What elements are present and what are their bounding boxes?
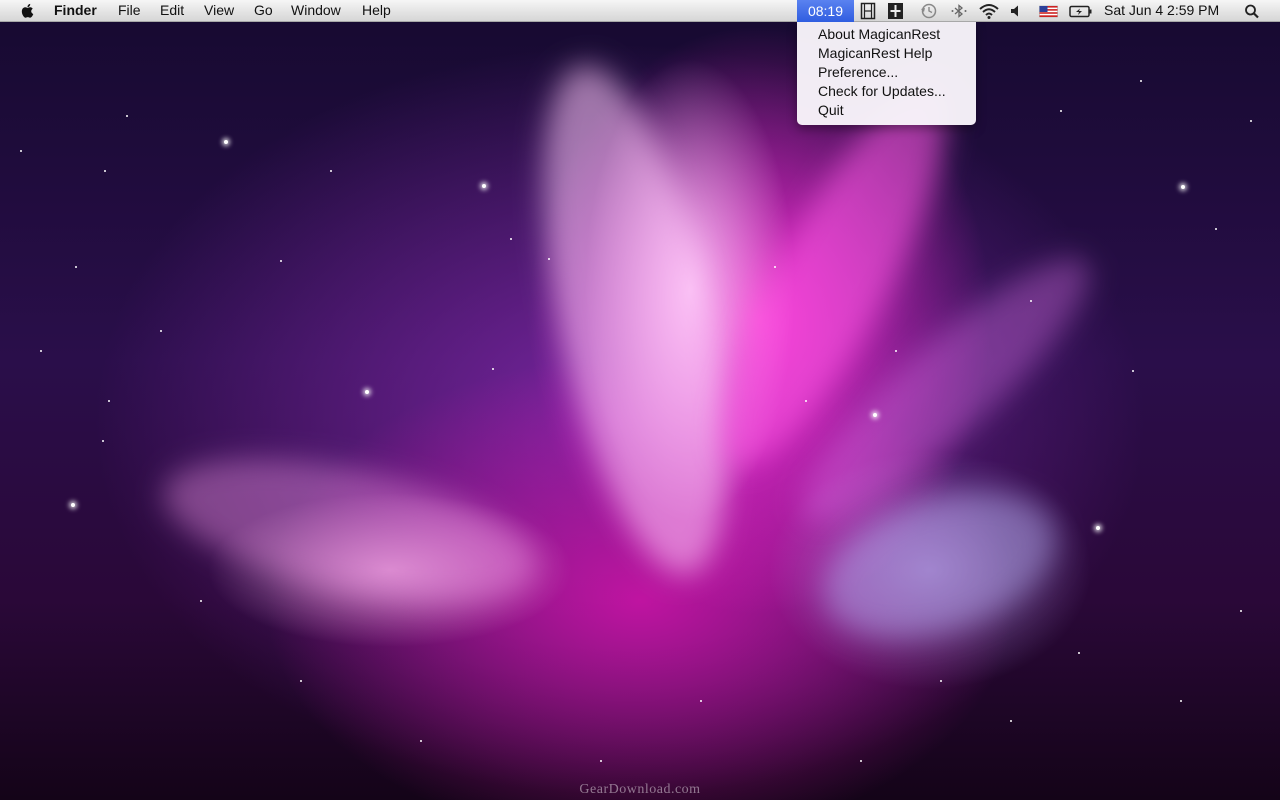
menubar-clock[interactable]: Sat Jun 4 2:59 PM — [1104, 0, 1219, 21]
menu-app-name[interactable]: Finder — [54, 0, 97, 21]
menu-item-quit[interactable]: Quit — [818, 101, 968, 120]
menu-edit[interactable]: Edit — [160, 0, 184, 21]
menu-window[interactable]: Window — [291, 0, 341, 21]
magicanrest-timer[interactable]: 08:19 — [797, 0, 854, 22]
menu-item-help[interactable]: MagicanRest Help — [818, 44, 968, 63]
wifi-icon[interactable] — [978, 2, 1000, 20]
time-machine-icon[interactable] — [920, 2, 938, 20]
menu-go[interactable]: Go — [254, 0, 273, 21]
battery-icon[interactable] — [1069, 2, 1093, 20]
spotlight-search-icon[interactable] — [1244, 2, 1260, 20]
desktop-wallpaper: GearDownload.com — [0, 0, 1280, 800]
menu-view[interactable]: View — [204, 0, 234, 21]
menu-bar: Finder File Edit View Go Window Help 08:… — [0, 0, 1280, 22]
magicanrest-menu: About MagicanRest MagicanRest Help Prefe… — [797, 22, 976, 125]
menulet-icon[interactable] — [887, 2, 904, 20]
menu-item-preference[interactable]: Preference... — [818, 63, 968, 82]
apple-menu[interactable] — [18, 0, 38, 21]
starfield — [0, 0, 1280, 800]
watermark: GearDownload.com — [579, 782, 701, 797]
menu-item-about[interactable]: About MagicanRest — [818, 25, 968, 44]
menu-item-check-updates[interactable]: Check for Updates... — [818, 82, 968, 101]
volume-icon[interactable] — [1009, 2, 1023, 20]
film-strip-icon[interactable] — [860, 2, 876, 20]
bluetooth-icon[interactable] — [950, 2, 968, 20]
menu-help[interactable]: Help — [362, 0, 391, 21]
apple-logo-icon — [21, 3, 34, 18]
menu-file[interactable]: File — [118, 0, 141, 21]
us-flag-icon[interactable] — [1039, 2, 1058, 20]
